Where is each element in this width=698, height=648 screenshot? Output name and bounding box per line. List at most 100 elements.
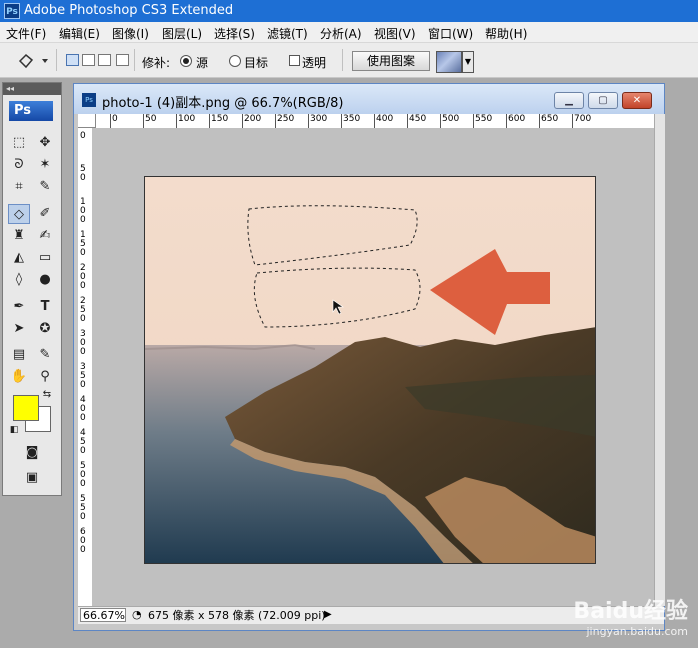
blur-tool-icon[interactable]: ◊	[8, 270, 30, 290]
destination-label: 目标	[244, 56, 269, 70]
app-title: Adobe Photoshop CS3 Extended	[24, 3, 234, 18]
default-colors-icon[interactable]: ◧	[7, 423, 21, 437]
source-label: 源	[196, 56, 209, 70]
photo-canvas[interactable]	[144, 176, 596, 564]
vertical-scrollbar[interactable]	[654, 114, 665, 606]
history-brush-tool-icon[interactable]: ✍	[34, 226, 56, 246]
ruler-v-label: 400	[80, 395, 86, 423]
foreground-color-swatch[interactable]	[13, 395, 39, 421]
notes-tool-icon[interactable]: ▤	[8, 345, 30, 365]
ruler-h-label: 300	[310, 114, 328, 124]
zoom-tool-icon[interactable]: ⚲	[34, 367, 56, 387]
crop-tool-icon[interactable]: ⌗	[8, 177, 30, 197]
menu-image[interactable]: 图像(I)	[112, 25, 149, 42]
tool-preset-picker[interactable]	[12, 51, 50, 71]
eraser-tool-icon[interactable]: ◭	[8, 248, 30, 268]
type-tool-icon[interactable]: T	[34, 297, 56, 317]
patch-tool-icon[interactable]: ◇	[8, 204, 30, 224]
ruler-h-label: 0	[112, 114, 118, 124]
status-info-icon[interactable]: ◔	[132, 608, 142, 621]
document-titlebar[interactable]: Ps photo-1 (4)副本.png @ 66.7%(RGB/8) ▁ ▢ …	[74, 84, 664, 114]
dodge-tool-icon[interactable]: ●	[34, 270, 56, 290]
vertical-ruler[interactable]: 0 50 100 150 200 250 300 350 400 450 500 550 600	[78, 128, 93, 606]
zoom-field[interactable]: 66.67%	[80, 608, 126, 622]
magic-wand-tool-icon[interactable]: ✶	[34, 155, 56, 175]
document-ps-icon: Ps	[82, 93, 96, 107]
intersect-selection-mode-button[interactable]	[116, 54, 129, 66]
minimize-button[interactable]: ▁	[554, 92, 584, 109]
status-menu-arrow-icon[interactable]: ▶	[324, 609, 332, 620]
document-window: Ps photo-1 (4)副本.png @ 66.7%(RGB/8) ▁ ▢ …	[73, 83, 665, 631]
subtract-selection-mode-button[interactable]	[98, 54, 111, 66]
add-selection-mode-button[interactable]	[82, 54, 95, 66]
ruler-h-tick	[572, 114, 573, 128]
ruler-h-tick	[110, 114, 111, 128]
ruler-v-label: 200	[80, 263, 86, 291]
menu-filter[interactable]: 滤镜(T)	[267, 25, 308, 42]
menu-view[interactable]: 视图(V)	[374, 25, 416, 42]
menu-help[interactable]: 帮助(H)	[485, 25, 527, 42]
eyedropper-tool-icon[interactable]: ✎	[34, 177, 56, 197]
close-button[interactable]: ✕	[622, 92, 652, 109]
ruler-h-label: 350	[343, 114, 361, 124]
swap-colors-icon[interactable]: ⇆	[40, 388, 54, 402]
pattern-dropdown-icon[interactable]: ▼	[462, 51, 474, 73]
lasso-tool-icon[interactable]: ᘐ	[8, 155, 30, 175]
transparent-label: 透明	[302, 56, 327, 70]
ruler-h-tick	[209, 114, 210, 128]
ruler-h-label: 100	[178, 114, 196, 124]
menu-window[interactable]: 窗口(W)	[428, 25, 473, 42]
ruler-h-tick	[374, 114, 375, 128]
menu-select[interactable]: 选择(S)	[214, 25, 255, 42]
document-title: photo-1 (4)副本.png @ 66.7%(RGB/8)	[102, 96, 344, 111]
ruler-v-label: 100	[80, 197, 86, 225]
menu-bar: 文件(F) 编辑(E) 图像(I) 图层(L) 选择(S) 滤镜(T) 分析(A…	[0, 22, 698, 43]
stamp-tool-icon[interactable]: ♜	[8, 226, 30, 246]
maximize-button[interactable]: ▢	[588, 92, 618, 109]
ruler-v-label: 500	[80, 461, 86, 489]
ruler-h-label: 650	[541, 114, 559, 124]
ruler-v-label: 350	[80, 362, 86, 390]
transparent-checkbox[interactable]	[289, 55, 300, 66]
document-status: 675 像素 x 578 像素 (72.009 ppi)	[148, 609, 326, 622]
ruler-h-tick	[506, 114, 507, 128]
ruler-h-tick	[176, 114, 177, 128]
destination-radio[interactable]	[229, 55, 241, 67]
ruler-h-tick	[407, 114, 408, 128]
ruler-v-label: 550	[80, 494, 86, 522]
sampler-tool-icon[interactable]: ✎	[34, 345, 56, 365]
options-bar: 修补: 源 目标 透明 使用图案 ▼	[0, 43, 698, 78]
ruler-h-label: 50	[145, 114, 157, 124]
move-tool-icon[interactable]: ✥	[34, 133, 56, 153]
hand-tool-icon[interactable]: ✋	[8, 367, 30, 387]
new-selection-mode-button[interactable]	[66, 54, 79, 66]
photoshop-app-icon: Ps	[4, 3, 20, 19]
pen-tool-icon[interactable]: ✒	[8, 297, 30, 317]
menu-edit[interactable]: 编辑(E)	[59, 25, 100, 42]
menu-analysis[interactable]: 分析(A)	[320, 25, 362, 42]
marquee-tool-icon[interactable]: ⬚	[8, 133, 30, 153]
path-selection-tool-icon[interactable]: ➤	[8, 319, 30, 339]
ruler-h-tick	[242, 114, 243, 128]
ruler-h-tick	[341, 114, 342, 128]
quick-mask-icon[interactable]: ◙	[21, 443, 43, 463]
menu-layer[interactable]: 图层(L)	[162, 25, 202, 42]
ruler-v-label: 250	[80, 296, 86, 324]
horizontal-ruler[interactable]: 0 50 100 150 200 250 300 350 400 450 500 550 600 650 7…	[96, 114, 654, 129]
canvas-area[interactable]	[92, 128, 654, 606]
ruler-v-label: 450	[80, 428, 86, 456]
use-pattern-button[interactable]: 使用图案	[352, 51, 430, 71]
menu-file[interactable]: 文件(F)	[6, 25, 46, 42]
gradient-tool-icon[interactable]: ▭	[34, 248, 56, 268]
shape-tool-icon[interactable]: ✪	[34, 319, 56, 339]
source-radio[interactable]	[180, 55, 192, 67]
toolbox-collapse-icon[interactable]: ◂◂	[3, 83, 61, 95]
ruler-v-label: 0	[80, 131, 86, 141]
landscape-photo	[145, 177, 595, 563]
toolbox-panel: ◂◂ Ps ⬚ ✥ ᘐ ✶ ⌗ ✎ ◇ ✐ ♜ ✍ ◭ ▭ ◊ ● ✒ T ➤ …	[2, 82, 62, 496]
screen-mode-icon[interactable]: ▣	[21, 468, 43, 488]
ruler-origin[interactable]	[78, 114, 96, 128]
brush-tool-icon[interactable]: ✐	[34, 204, 56, 224]
pattern-swatch[interactable]	[436, 51, 462, 73]
ruler-h-tick	[539, 114, 540, 128]
